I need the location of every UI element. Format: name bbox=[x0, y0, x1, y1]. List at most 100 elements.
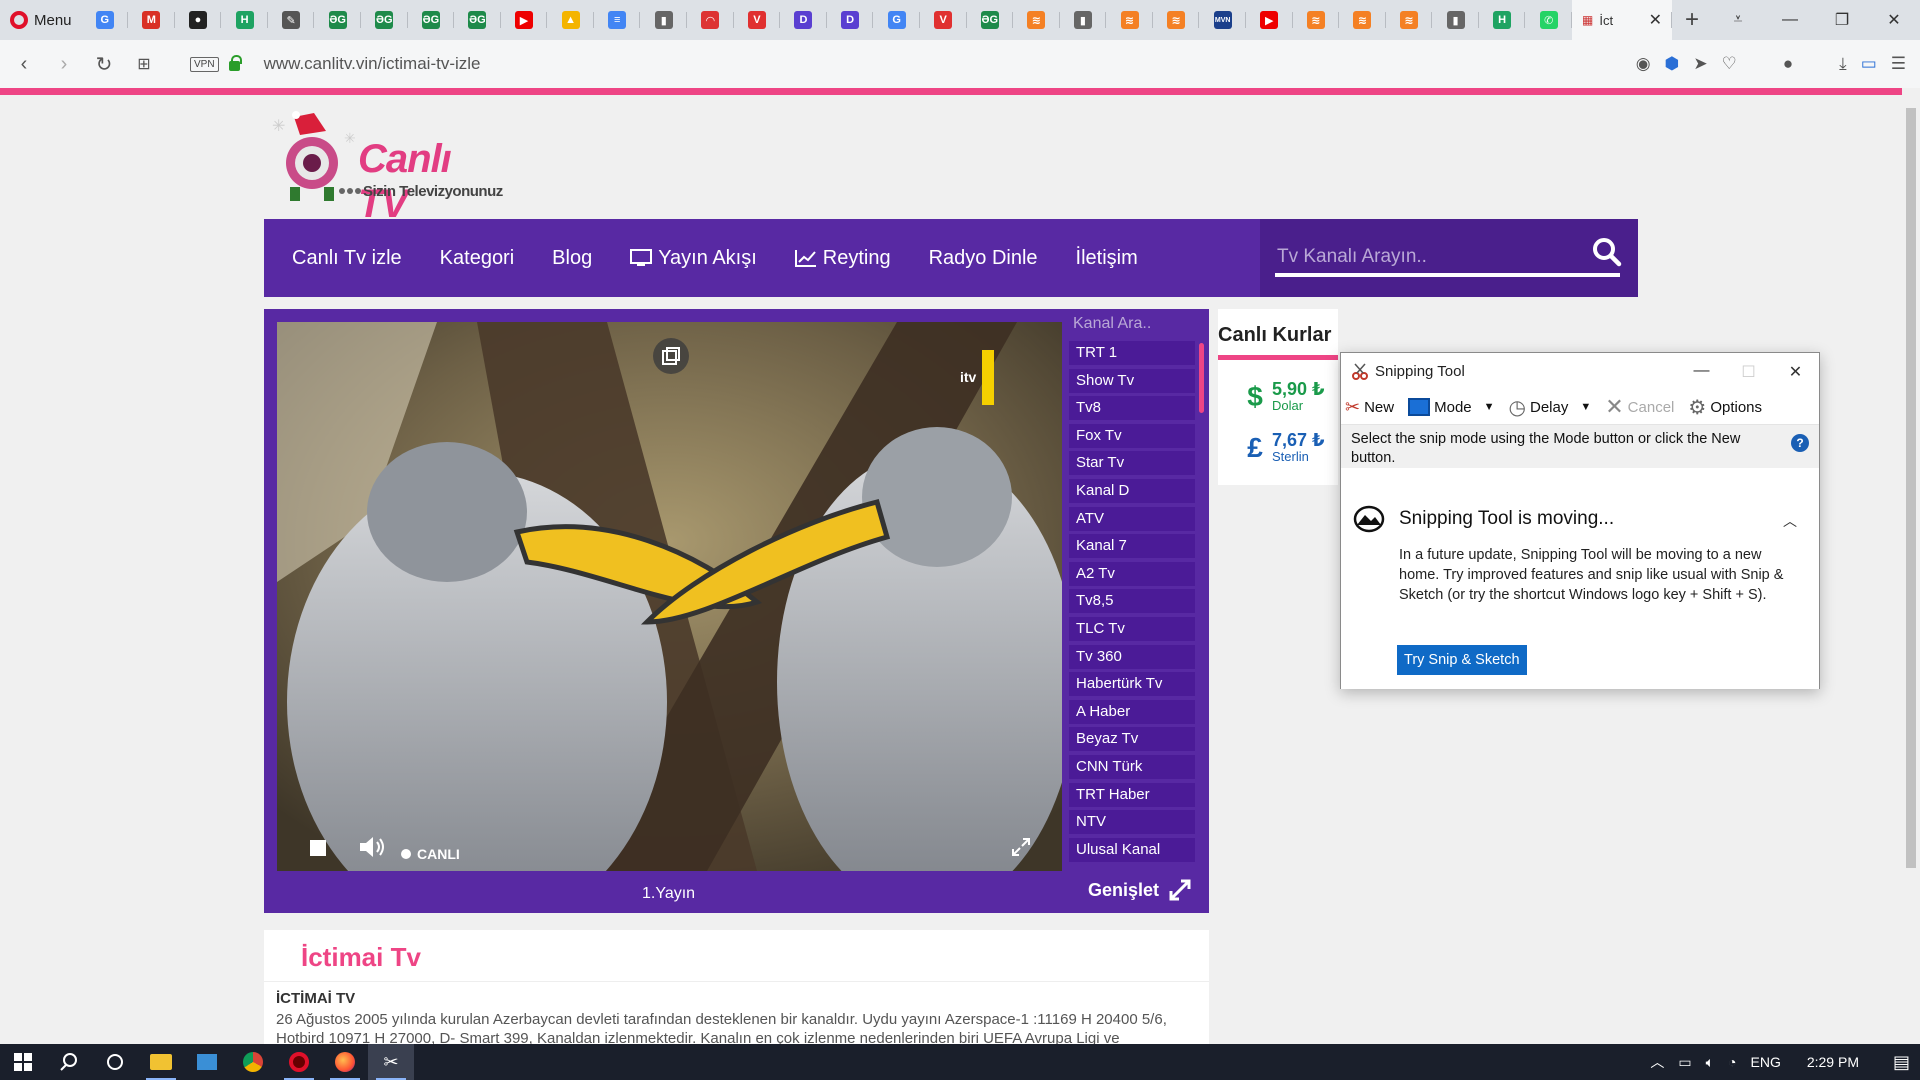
start-button[interactable] bbox=[0, 1044, 46, 1080]
browser-tab[interactable]: M bbox=[128, 0, 175, 40]
browser-tab[interactable]: D bbox=[827, 0, 874, 40]
minimize-window-button[interactable]: — bbox=[1764, 0, 1816, 40]
url-field[interactable]: www.canlitv.vin/ictimai-tv-izle bbox=[264, 54, 481, 74]
browser-tab[interactable]: ✆ bbox=[1525, 0, 1572, 40]
browser-tab[interactable]: ▮ bbox=[1060, 0, 1107, 40]
options-button[interactable]: ⚙ Options bbox=[1688, 395, 1762, 420]
browser-tab[interactable]: ƏG bbox=[454, 0, 501, 40]
browser-tab[interactable]: ≋ bbox=[1386, 0, 1433, 40]
mode-button[interactable]: Mode ▼ bbox=[1408, 398, 1495, 416]
video-frame[interactable]: itv CANLI bbox=[277, 322, 1062, 871]
channel-list-item[interactable]: Star Tv bbox=[1069, 451, 1195, 476]
file-explorer-button[interactable] bbox=[138, 1044, 184, 1080]
secure-lock-icon[interactable] bbox=[228, 55, 242, 71]
opera-menu-button[interactable]: Menu bbox=[0, 0, 82, 40]
browser-tab[interactable]: D bbox=[780, 0, 827, 40]
tray-expand-icon[interactable]: ︿ bbox=[1650, 1052, 1664, 1072]
browser-tab[interactable]: ✎ bbox=[268, 0, 315, 40]
channel-list-item[interactable]: NTV bbox=[1069, 810, 1195, 835]
close-tab-icon[interactable]: ✕ bbox=[1649, 10, 1662, 30]
channel-search-input[interactable] bbox=[1275, 241, 1620, 277]
vpn-badge[interactable]: VPN bbox=[190, 56, 219, 72]
nav-iletisim[interactable]: İletişim bbox=[1076, 247, 1138, 270]
delay-button[interactable]: ◷ Delay ▼ bbox=[1509, 395, 1592, 420]
snipping-tool-taskbar-button[interactable]: ✂ bbox=[368, 1044, 414, 1080]
channel-list-item[interactable]: Beyaz Tv bbox=[1069, 727, 1195, 752]
channel-list-item[interactable]: A2 Tv bbox=[1069, 561, 1195, 586]
browser-tab[interactable]: ▮ bbox=[640, 0, 687, 40]
nav-radyo-dinle[interactable]: Radyo Dinle bbox=[929, 247, 1038, 270]
browser-tab[interactable]: ◠ bbox=[687, 0, 734, 40]
notification-icon[interactable]: ▤ bbox=[1893, 1052, 1910, 1073]
mode-dropdown-icon[interactable]: ▼ bbox=[1484, 401, 1495, 413]
browser-tab[interactable]: V bbox=[734, 0, 781, 40]
tab-menu-icon[interactable]: ⩡ bbox=[1712, 0, 1764, 40]
site-logo[interactable]: ✳ ✳ Canlı TV Sizin Televizyonunuz bbox=[264, 103, 504, 226]
browser-tab[interactable]: MVN bbox=[1199, 0, 1246, 40]
channel-list-scrollbar[interactable] bbox=[1199, 343, 1204, 413]
chrome-button[interactable] bbox=[230, 1044, 276, 1080]
language-indicator[interactable]: ENG bbox=[1751, 1054, 1781, 1070]
channel-list-item[interactable]: Ulusal Kanal bbox=[1069, 837, 1195, 862]
channel-list-item[interactable]: Tv8,5 bbox=[1069, 589, 1195, 614]
browser-tab[interactable]: ▶ bbox=[1246, 0, 1293, 40]
expand-player-button[interactable]: Genişlet bbox=[1088, 879, 1191, 901]
browser-tab[interactable]: ≋ bbox=[1153, 0, 1200, 40]
forward-button[interactable]: › bbox=[48, 53, 80, 76]
new-snip-button[interactable]: ✂ New bbox=[1345, 397, 1394, 418]
channel-list-item[interactable]: TRT Haber bbox=[1069, 782, 1195, 807]
tab-grid-button[interactable]: ⊞ bbox=[128, 54, 160, 74]
browser-tab[interactable]: ● bbox=[175, 0, 222, 40]
back-button[interactable]: ‹ bbox=[8, 53, 40, 76]
snip-close-button[interactable]: ✕ bbox=[1772, 362, 1819, 382]
tab-active[interactable]: ▦ İct ✕ bbox=[1572, 0, 1672, 40]
nav-blog[interactable]: Blog bbox=[552, 247, 592, 270]
store-app-button[interactable] bbox=[184, 1044, 230, 1080]
new-tab-button[interactable]: + bbox=[1672, 6, 1712, 34]
fullscreen-button[interactable] bbox=[1010, 836, 1032, 863]
cancel-button[interactable]: ✕ Cancel bbox=[1605, 394, 1674, 420]
download-icon[interactable]: ⤓ bbox=[1839, 54, 1847, 74]
channel-list-item[interactable]: A Haber bbox=[1069, 699, 1195, 724]
channel-list-item[interactable]: TLC Tv bbox=[1069, 616, 1195, 641]
browser-tab[interactable]: ≋ bbox=[1106, 0, 1153, 40]
battery-tray-icon[interactable]: ▭ bbox=[1678, 1054, 1691, 1071]
browser-tab[interactable]: ≋ bbox=[1013, 0, 1060, 40]
channel-list-search[interactable]: Kanal Ara.. bbox=[1069, 315, 1204, 341]
browser-tab[interactable]: ≋ bbox=[1339, 0, 1386, 40]
browser-tab[interactable]: ƏG bbox=[314, 0, 361, 40]
adblock-shield-icon[interactable]: ⬢ bbox=[1665, 54, 1680, 74]
browser-tab[interactable]: ▮ bbox=[1432, 0, 1479, 40]
browser-tab[interactable]: G bbox=[873, 0, 920, 40]
restore-window-button[interactable]: ❐ bbox=[1816, 0, 1868, 40]
help-icon[interactable]: ? bbox=[1791, 434, 1809, 452]
battery-icon[interactable]: ▭ bbox=[1861, 54, 1877, 74]
nav-reyting[interactable]: Reyting bbox=[794, 247, 891, 270]
channel-list-item[interactable]: ATV bbox=[1069, 506, 1195, 531]
browser-tab[interactable]: H bbox=[221, 0, 268, 40]
try-snip-sketch-button[interactable]: Try Snip & Sketch bbox=[1397, 645, 1527, 675]
browser-tab[interactable]: ƏG bbox=[408, 0, 455, 40]
profile-icon[interactable]: ● bbox=[1783, 54, 1793, 74]
nav-canli-tv[interactable]: Canlı Tv izle bbox=[292, 247, 402, 270]
volume-tray-icon[interactable]: 🔈︎ bbox=[1706, 1054, 1714, 1071]
collapse-chevron-icon[interactable]: ︿ bbox=[1783, 511, 1797, 531]
channel-list-item[interactable]: TRT 1 bbox=[1069, 341, 1195, 365]
bookmark-heart-icon[interactable]: ♡ bbox=[1722, 54, 1737, 74]
cortana-button[interactable] bbox=[92, 1044, 138, 1080]
opera-taskbar-button[interactable] bbox=[276, 1044, 322, 1080]
channel-list-item[interactable]: Kanal 7 bbox=[1069, 534, 1195, 559]
volume-button[interactable] bbox=[359, 836, 385, 863]
snipping-tool-titlebar[interactable]: Snipping Tool — ☐ ✕ bbox=[1341, 353, 1819, 390]
camera-icon[interactable]: ◉ bbox=[1636, 54, 1651, 74]
close-window-button[interactable]: ✕ bbox=[1868, 0, 1920, 40]
channel-list-item[interactable]: Fox Tv bbox=[1069, 423, 1195, 448]
browser-tab[interactable]: V bbox=[920, 0, 967, 40]
scrollbar-thumb[interactable] bbox=[1906, 108, 1916, 868]
browser-tab[interactable]: ≋ bbox=[1293, 0, 1340, 40]
nav-kategori[interactable]: Kategori bbox=[440, 247, 515, 270]
firefox-button[interactable] bbox=[322, 1044, 368, 1080]
snip-minimize-button[interactable]: — bbox=[1678, 362, 1725, 382]
channel-list-item[interactable]: Habertürk Tv bbox=[1069, 672, 1195, 697]
browser-tab[interactable]: G bbox=[82, 0, 129, 40]
